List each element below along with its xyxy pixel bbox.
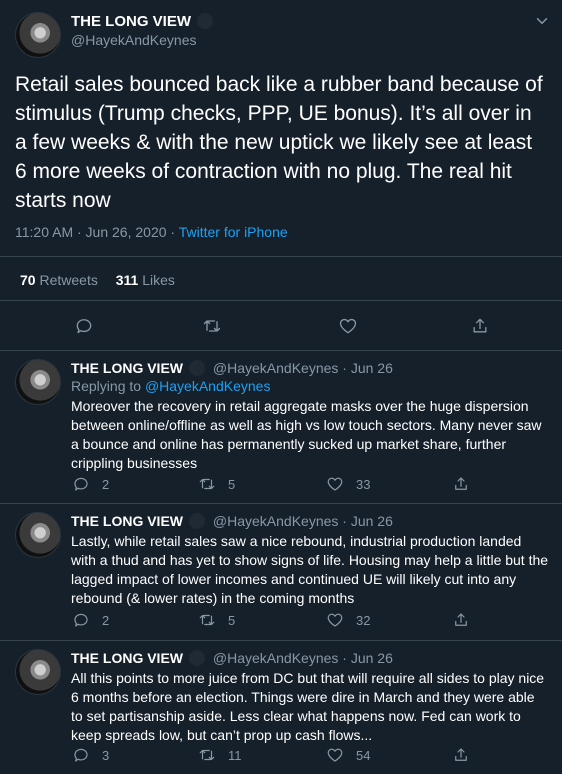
reply-avatar[interactable]: [15, 649, 61, 695]
share-icon[interactable]: [452, 475, 470, 493]
tweet-source[interactable]: Twitter for iPhone: [179, 224, 288, 240]
share-icon[interactable]: [452, 746, 470, 764]
main-action-bar: [0, 314, 562, 338]
reply-action[interactable]: 2: [72, 475, 109, 493]
author-name-text[interactable]: THE LONG VIEW: [71, 13, 191, 30]
reply-handle[interactable]: @HayekAndKeynes: [213, 650, 339, 666]
reply-author-name[interactable]: THE LONG VIEW: [71, 650, 183, 666]
like-action[interactable]: 32: [326, 611, 370, 629]
share-icon[interactable]: [470, 316, 490, 336]
badge-icon: [189, 513, 205, 529]
badge-icon: [189, 360, 205, 376]
retweet-icon: [199, 614, 215, 626]
reply-date[interactable]: · Jun 26: [342, 650, 393, 666]
retweet-count: 5: [228, 476, 236, 492]
tweet-timestamp[interactable]: 11:20 AM · Jun 26, 2020: [15, 224, 167, 240]
share-icon[interactable]: [452, 611, 470, 629]
heart-icon: [327, 748, 343, 762]
retweet-count: 5: [228, 612, 236, 628]
heart-icon: [327, 477, 343, 491]
reply-header: THE LONG VIEW @HayekAndKeynes · Jun 26: [71, 513, 393, 529]
retweets-count: 70: [20, 272, 36, 288]
reply-count: 3: [102, 747, 110, 763]
reply-icon: [74, 477, 88, 491]
reply-text: Moreover the recovery in retail aggregat…: [71, 398, 542, 471]
reply-tweet[interactable]: THE LONG VIEW @HayekAndKeynes · Jun 26 R…: [0, 351, 562, 503]
reply-handle[interactable]: @HayekAndKeynes: [213, 360, 339, 376]
retweets-stat[interactable]: 70 Retweets: [20, 272, 102, 288]
reply-text: All this points to more juice from DC bu…: [71, 670, 545, 743]
tweet-text: Retail sales bounced back like a rubber …: [15, 73, 543, 212]
reply-date[interactable]: · Jun 26: [342, 360, 393, 376]
likes-label: Likes: [142, 272, 175, 288]
reply-text: Lastly, while retail sales saw a nice re…: [71, 533, 549, 606]
reply-tweet[interactable]: THE LONG VIEW @HayekAndKeynes · Jun 26 A…: [0, 641, 562, 774]
badge-icon: [189, 650, 205, 666]
divider: [0, 256, 562, 257]
like-action[interactable]: 54: [326, 746, 370, 764]
badge-icon: [197, 13, 213, 29]
author-name[interactable]: THE LONG VIEW: [71, 13, 213, 30]
retweet-icon[interactable]: [202, 316, 222, 336]
heart-icon[interactable]: [338, 316, 358, 336]
reply-icon: [74, 613, 88, 627]
reply-header: THE LONG VIEW @HayekAndKeynes · Jun 26: [71, 360, 393, 376]
reply-action[interactable]: 3: [72, 746, 109, 764]
engagement-stats: 70 Retweets 311 Likes: [20, 272, 175, 288]
reply-avatar[interactable]: [15, 512, 61, 558]
likes-stat[interactable]: 311 Likes: [116, 272, 175, 288]
retweets-label: Retweets: [39, 272, 98, 288]
replying-to-label: Replying to: [71, 378, 142, 394]
divider: [0, 300, 562, 301]
reply-count: 2: [102, 476, 110, 492]
likes-count: 311: [115, 272, 139, 288]
reply-author-name[interactable]: THE LONG VIEW: [71, 513, 183, 529]
reply-avatar[interactable]: [15, 359, 61, 405]
reply-author-name[interactable]: THE LONG VIEW: [71, 360, 183, 376]
author-avatar[interactable]: [15, 12, 61, 58]
like-action[interactable]: 33: [326, 475, 370, 493]
reply-date[interactable]: · Jun 26: [342, 513, 393, 529]
replying-to: Replying to @HayekAndKeynes: [71, 378, 270, 394]
reply-header: THE LONG VIEW @HayekAndKeynes · Jun 26: [71, 650, 393, 666]
tweet-timestamp-line: 11:20 AM · Jun 26, 2020 · Twitter for iP…: [15, 224, 288, 240]
chevron-down-icon[interactable]: [533, 12, 551, 30]
timestamp-separator: ·: [166, 224, 179, 240]
reply-handle[interactable]: @HayekAndKeynes: [213, 513, 339, 529]
retweet-action[interactable]: 5: [198, 475, 235, 493]
author-handle[interactable]: @HayekAndKeynes: [71, 32, 197, 48]
retweet-count: 11: [228, 747, 242, 763]
reply-count: 2: [102, 612, 110, 628]
reply-icon[interactable]: [74, 316, 94, 336]
retweet-action[interactable]: 5: [198, 611, 235, 629]
retweet-icon: [199, 478, 215, 490]
reply-action[interactable]: 2: [72, 611, 109, 629]
replying-to-handle[interactable]: @HayekAndKeynes: [145, 378, 271, 394]
heart-icon: [327, 613, 343, 627]
retweet-action[interactable]: 11: [198, 746, 242, 764]
reply-icon: [74, 748, 88, 762]
like-count: 33: [356, 476, 371, 492]
retweet-icon: [199, 749, 215, 761]
reply-tweet[interactable]: THE LONG VIEW @HayekAndKeynes · Jun 26 L…: [0, 504, 562, 640]
like-count: 32: [356, 612, 371, 628]
like-count: 54: [356, 747, 371, 763]
